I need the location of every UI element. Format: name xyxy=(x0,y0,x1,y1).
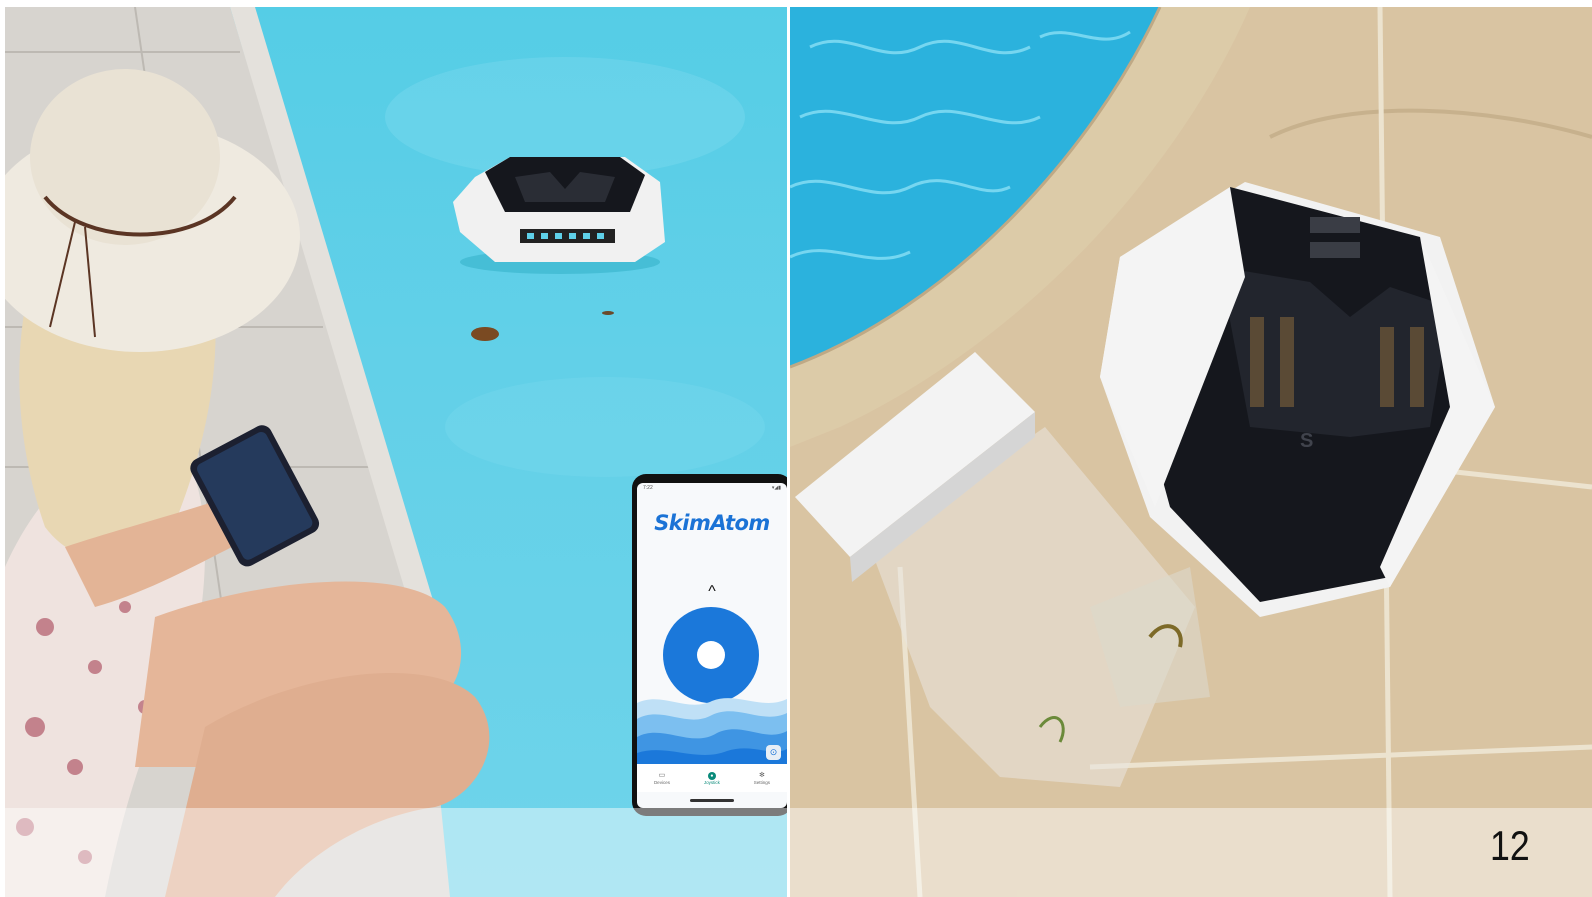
status-icons: ▾◢▮ xyxy=(771,485,781,491)
home-indicator xyxy=(690,799,734,802)
phone-mockup: 7:22 ▾◢▮ SkimAtom ^ ⊙ ▭ Devices ● Joysti… xyxy=(632,474,787,816)
svg-text:S: S xyxy=(1300,430,1313,452)
app-screen: 7:22 ▾◢▮ SkimAtom ^ ⊙ ▭ Devices ● Joysti… xyxy=(637,483,787,808)
nav-joystick[interactable]: ● Joystick xyxy=(703,771,720,785)
page-number: 12 xyxy=(1490,822,1530,869)
nav-settings[interactable]: ✻ Settings xyxy=(754,772,770,785)
photo-girl-with-phone: 7:22 ▾◢▮ SkimAtom ^ ⊙ ▭ Devices ● Joysti… xyxy=(5,7,787,897)
footer-band xyxy=(0,808,1592,897)
waves-graphic xyxy=(637,698,787,771)
joystick-control[interactable] xyxy=(663,607,759,703)
slide: 7:22 ▾◢▮ SkimAtom ^ ⊙ ▭ Devices ● Joysti… xyxy=(0,0,1592,897)
nav-devices[interactable]: ▭ Devices xyxy=(654,772,670,785)
bottom-nav: ▭ Devices ● Joystick ✻ Settings xyxy=(637,764,787,792)
nav-label: Joystick xyxy=(703,779,720,785)
status-time: 7:22 xyxy=(643,485,653,491)
up-caret-icon[interactable]: ^ xyxy=(637,583,787,601)
app-title: SkimAtom xyxy=(654,511,770,535)
robot-skimmer-open: S xyxy=(1100,182,1495,617)
robot-skimmer-floating xyxy=(453,157,665,274)
locate-icon[interactable]: ⊙ xyxy=(766,745,781,760)
robot-deck-scene: S xyxy=(790,7,1592,897)
gear-icon: ✻ xyxy=(758,771,765,779)
nav-label: Devices xyxy=(653,779,670,785)
status-bar: 7:22 ▾◢▮ xyxy=(643,485,781,493)
leaf-debris xyxy=(471,327,499,341)
joystick-icon: ● xyxy=(707,771,716,780)
device-icon: ▭ xyxy=(658,771,666,779)
photo-robot-on-deck: S xyxy=(790,7,1592,897)
nav-label: Settings xyxy=(753,779,771,785)
